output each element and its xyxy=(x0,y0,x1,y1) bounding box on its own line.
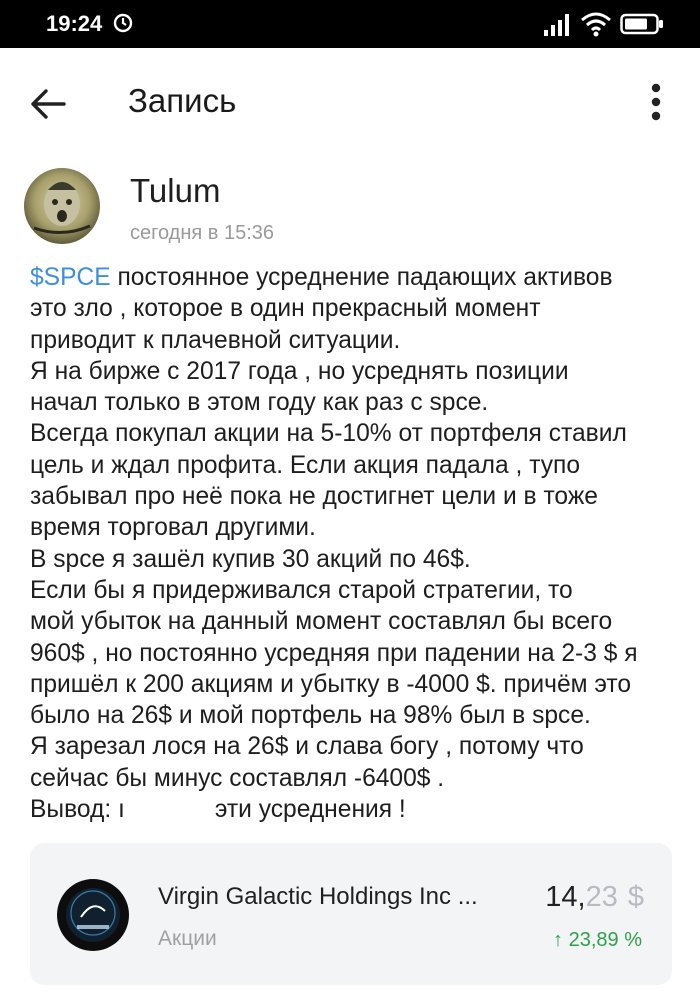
post-line: пришёл к 200 акциям и убытку в -4000 $. … xyxy=(30,670,632,698)
post-line: Я на бирже с 2017 года , но усреднять по… xyxy=(30,357,569,385)
instrument-name: Virgin Galactic Holdings Inc ... xyxy=(158,883,478,910)
author-avatar[interactable] xyxy=(24,168,100,244)
price-change-value: 23,89 % xyxy=(568,929,642,951)
battery-icon xyxy=(620,13,663,35)
status-time: 19:24 xyxy=(46,11,103,36)
post-line: В spce я зашёл купив 30 акций по 46$. xyxy=(30,545,471,573)
instrument-card[interactable]: Virgin Galactic Holdings Inc ... Акции 1… xyxy=(30,843,672,985)
price-integer: 14, xyxy=(545,881,586,913)
arrow-up-icon: ↑ xyxy=(553,929,564,951)
back-arrow-icon[interactable] xyxy=(28,84,68,124)
post-line: $SPCE постоянное усреднение падающих акт… xyxy=(30,262,680,293)
post-line: цель и ждал профита. Если акция падала ,… xyxy=(30,451,581,479)
post-text: $SPCE постоянное усреднение падающих акт… xyxy=(30,262,680,825)
post-line: 960$ , но постоянно усредняя при падении… xyxy=(30,639,638,667)
post-line: это зло , которое в один прекрасный моме… xyxy=(30,295,541,323)
post-line: Я зарезал лося на 26$ и слава богу , пот… xyxy=(30,733,584,761)
instrument-type: Акции xyxy=(158,927,217,950)
dollar-face-avatar-image xyxy=(24,168,100,244)
page-title: Запись xyxy=(128,82,237,119)
status-bar: 19:24 xyxy=(0,0,700,48)
post-line: мой убыток на данный момент составлял бы… xyxy=(30,608,613,636)
post-line: было на 26$ и мой портфель на 98% был в … xyxy=(30,702,591,730)
post-line: Всегда покупал акции на 5-10% от портфел… xyxy=(30,420,627,448)
redacted-word xyxy=(124,799,215,822)
post-line-text: постоянное усреднение падающих активов xyxy=(110,264,613,291)
app-bar: Запись xyxy=(0,48,700,152)
price-fraction: 23 xyxy=(585,881,618,913)
alarm-clock-icon xyxy=(113,13,133,33)
post-line: начал только в этом году как раз с spce. xyxy=(30,389,489,417)
post-line: Если бы я придерживался старой стратегии… xyxy=(30,576,573,604)
virgin-galactic-logo-icon xyxy=(57,879,129,951)
ticker-link[interactable]: $SPCE xyxy=(30,264,111,291)
signal-icon xyxy=(544,14,569,36)
post-timestamp: сегодня в 15:36 xyxy=(130,222,274,244)
post-line-text: эти усреднения ! xyxy=(214,796,406,824)
price-change: ↑ 23,89 % xyxy=(553,929,642,952)
price-currency: $ xyxy=(627,881,644,913)
more-vertical-icon[interactable] xyxy=(636,78,676,126)
post-line: приводит к плачевной ситуации. xyxy=(30,326,401,354)
post-line-text: Вывод: ı xyxy=(30,796,125,824)
post-line: сейчас бы минус составлял -6400$ . xyxy=(30,764,445,792)
instrument-price: 14,23 $ xyxy=(545,881,644,914)
post-line: время торговал другими. xyxy=(30,514,316,542)
wifi-icon xyxy=(581,12,611,37)
post-line: забывал про неё пока не достигнет цели и… xyxy=(30,483,598,511)
post-line: Вывод: ı эти усреднения ! xyxy=(30,794,680,825)
author-name[interactable]: Tulum xyxy=(130,172,220,210)
